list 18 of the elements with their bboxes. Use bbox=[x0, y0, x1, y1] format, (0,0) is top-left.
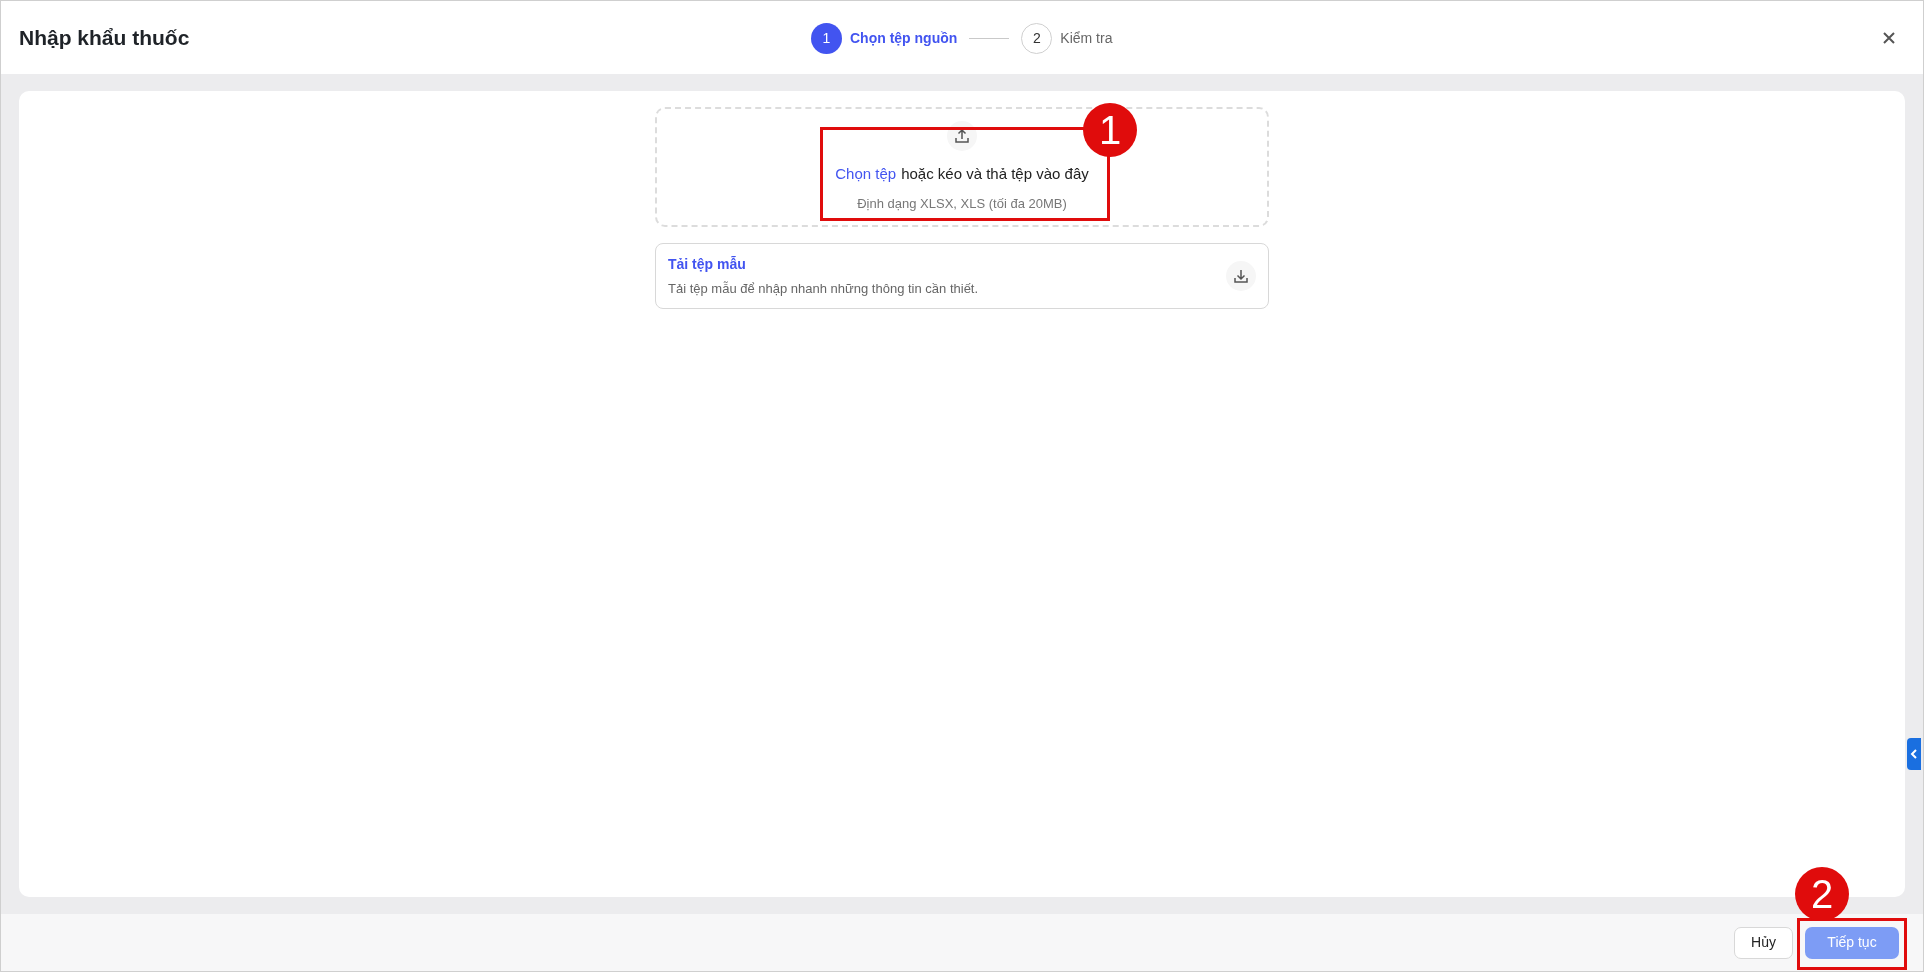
step-number: 2 bbox=[1021, 23, 1053, 54]
dropzone-text: hoặc kéo và thả tệp vào đây bbox=[901, 164, 1089, 184]
download-icon[interactable] bbox=[1233, 268, 1249, 284]
close-icon bbox=[1882, 30, 1896, 45]
step-label: Kiểm tra bbox=[1060, 29, 1113, 48]
cancel-button[interactable]: Hủy bbox=[1734, 926, 1793, 959]
template-description: Tải tệp mẫu để nhập nhanh những thông tin cần thiết. bbox=[668, 279, 979, 298]
side-tab[interactable] bbox=[1907, 738, 1921, 770]
template-card[interactable]: Tải tệp mẫu Tải tệp mẫu để nhập nhanh những thông tin cần thiết. bbox=[655, 243, 1269, 309]
annotation-marker: 1 bbox=[1083, 103, 1137, 157]
step-label: Chọn tệp nguồn bbox=[850, 29, 958, 48]
window-title: Nhập khẩu thuốc bbox=[19, 24, 190, 51]
template-title: Tải tệp mẫu bbox=[668, 254, 747, 274]
upload-icon bbox=[954, 128, 970, 144]
chevron-left-icon bbox=[1910, 749, 1918, 759]
step-number: 1 bbox=[811, 23, 842, 54]
choose-file-link[interactable]: Chọn tệp bbox=[835, 163, 897, 186]
format-hint: Định dạng XLSX, XLS (tối đa 20MB) bbox=[857, 194, 1067, 213]
